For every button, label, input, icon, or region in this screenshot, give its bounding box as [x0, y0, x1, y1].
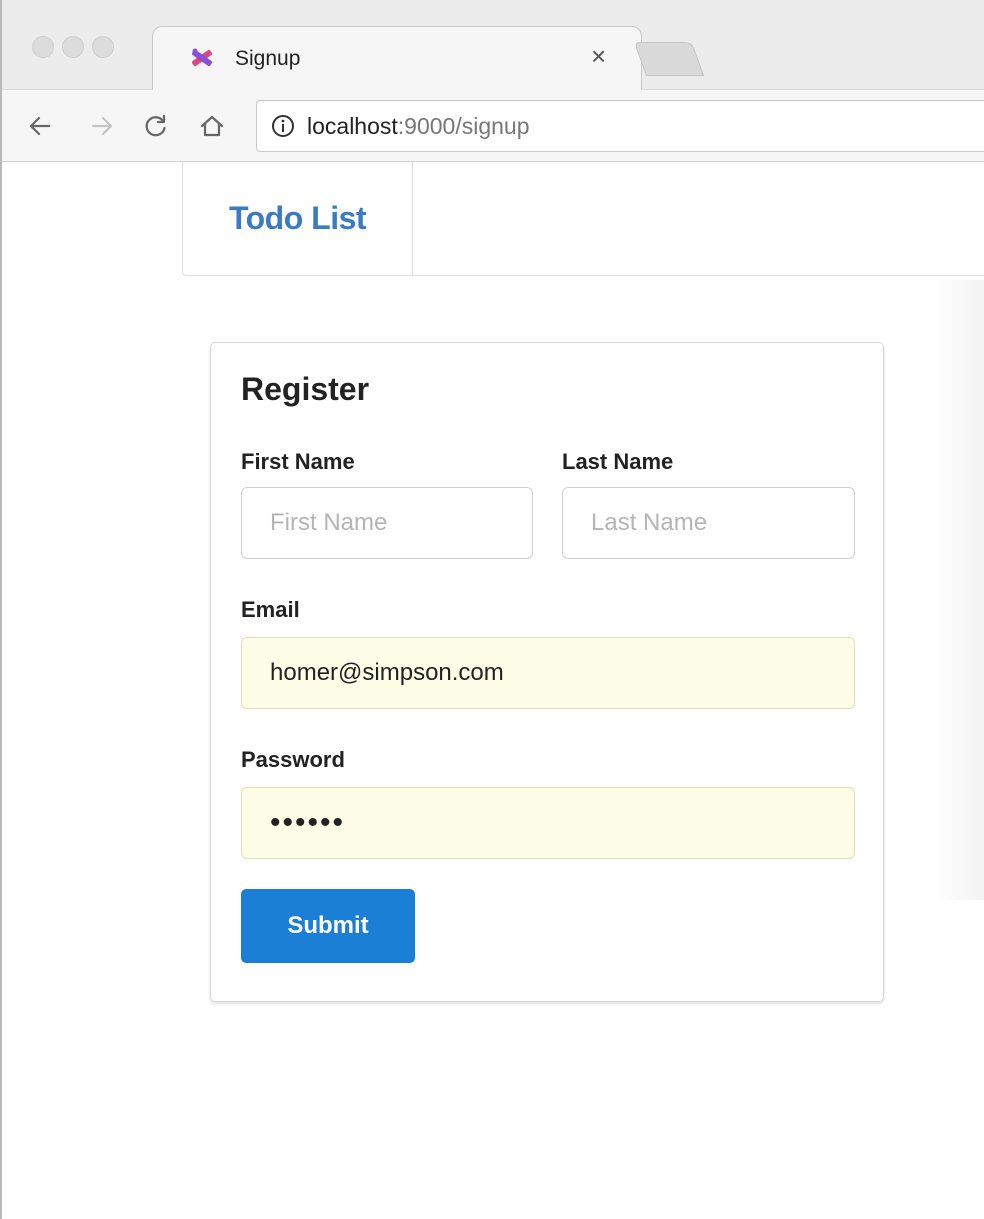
arrow-left-icon	[29, 116, 51, 136]
home-icon	[200, 115, 224, 137]
email-label: Email	[241, 597, 300, 622]
tab-bar: Signup ×	[2, 0, 984, 90]
browser-window: Signup × localhost:9000/signup Todo List…	[0, 0, 984, 1219]
register-card: Register First Name Last Name Email Pass…	[210, 342, 884, 1002]
last-name-label: Last Name	[562, 449, 674, 474]
password-field[interactable]	[241, 787, 855, 859]
url-text: localhost:9000/signup	[307, 113, 530, 140]
first-name-field[interactable]	[241, 487, 533, 559]
close-tab-icon[interactable]: ×	[591, 41, 606, 71]
zoom-window-button[interactable]	[92, 36, 114, 58]
email-field[interactable]	[241, 637, 855, 709]
home-button[interactable]	[194, 108, 230, 144]
tab-title: Signup	[235, 47, 301, 70]
url-host: localhost	[307, 113, 398, 139]
reload-button[interactable]	[138, 108, 174, 144]
app-favicon-icon	[192, 48, 212, 66]
last-name-field[interactable]	[562, 487, 855, 559]
back-button[interactable]	[22, 108, 58, 144]
tab-signup[interactable]: Signup ×	[152, 26, 642, 90]
page-edge-shadow	[932, 280, 984, 900]
browser-toolbar: localhost:9000/signup	[2, 90, 984, 162]
arrow-right-icon	[91, 116, 113, 136]
forward-button[interactable]	[84, 108, 120, 144]
submit-button[interactable]: Submit	[241, 889, 415, 963]
close-window-button[interactable]	[32, 36, 54, 58]
new-tab-button[interactable]	[633, 42, 705, 76]
info-icon[interactable]	[271, 114, 295, 138]
address-bar[interactable]: localhost:9000/signup	[256, 100, 984, 152]
app-navbar: Todo List	[182, 162, 984, 276]
reload-icon	[145, 114, 166, 137]
brand-link[interactable]: Todo List	[183, 162, 413, 275]
url-path: :9000/signup	[397, 113, 530, 139]
first-name-label: First Name	[241, 449, 355, 474]
password-label: Password	[241, 747, 345, 772]
form-title: Register	[241, 371, 370, 407]
minimize-window-button[interactable]	[62, 36, 84, 58]
